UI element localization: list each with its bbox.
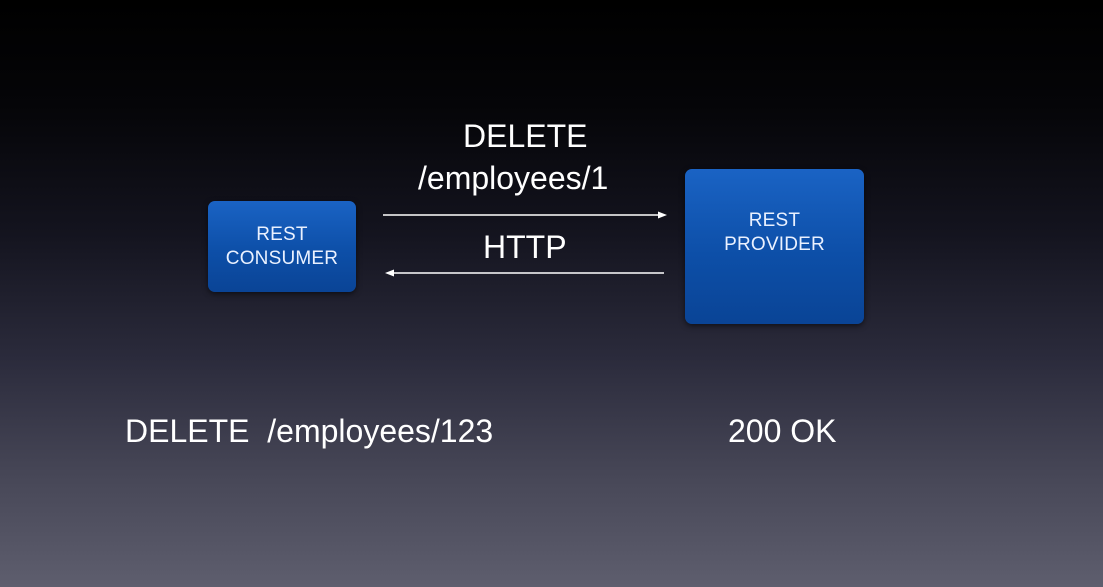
example-response-text: 200 OK (728, 413, 837, 449)
response-arrow (385, 269, 664, 277)
example-request-text: DELETE /employees/123 (125, 413, 494, 449)
slide: REST CONSUMER REST PROVIDER DELETE /empl… (0, 0, 1103, 587)
request-arrow (383, 211, 667, 219)
arrows-layer (383, 211, 667, 277)
